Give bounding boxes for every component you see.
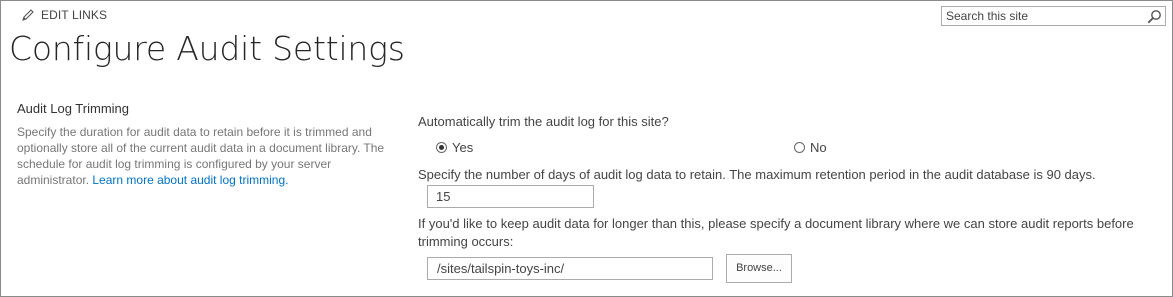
radio-yes[interactable]: Yes <box>436 140 473 155</box>
page-frame: EDIT LINKS Configure Audit Settings Audi… <box>0 0 1173 297</box>
radio-no-indicator[interactable] <box>794 142 805 153</box>
section-description: Specify the duration for audit data to r… <box>17 124 389 188</box>
search-icon[interactable] <box>1147 9 1162 24</box>
edit-links-label: EDIT LINKS <box>41 8 108 22</box>
retention-days-label: Specify the number of days of audit log … <box>418 167 1096 182</box>
radio-yes-indicator[interactable] <box>436 142 447 153</box>
document-library-label: If you'd like to keep audit data for lon… <box>418 216 1134 249</box>
document-library-input[interactable] <box>427 257 713 280</box>
radio-yes-label: Yes <box>452 140 474 155</box>
section-title: Audit Log Trimming <box>17 101 129 116</box>
radio-no[interactable]: No <box>794 140 827 155</box>
page-title: Configure Audit Settings <box>9 29 405 68</box>
search-box[interactable] <box>941 6 1166 26</box>
learn-more-link[interactable]: Learn more about audit log trimming. <box>92 173 288 187</box>
retention-days-input[interactable] <box>427 185 594 208</box>
edit-links-button[interactable]: EDIT LINKS <box>21 8 107 22</box>
radio-no-label: No <box>810 140 827 155</box>
trim-question-label: Automatically trim the audit log for thi… <box>418 114 669 129</box>
browse-button[interactable]: Browse... <box>726 254 792 283</box>
search-input[interactable] <box>946 8 1141 24</box>
pencil-icon <box>22 9 34 21</box>
